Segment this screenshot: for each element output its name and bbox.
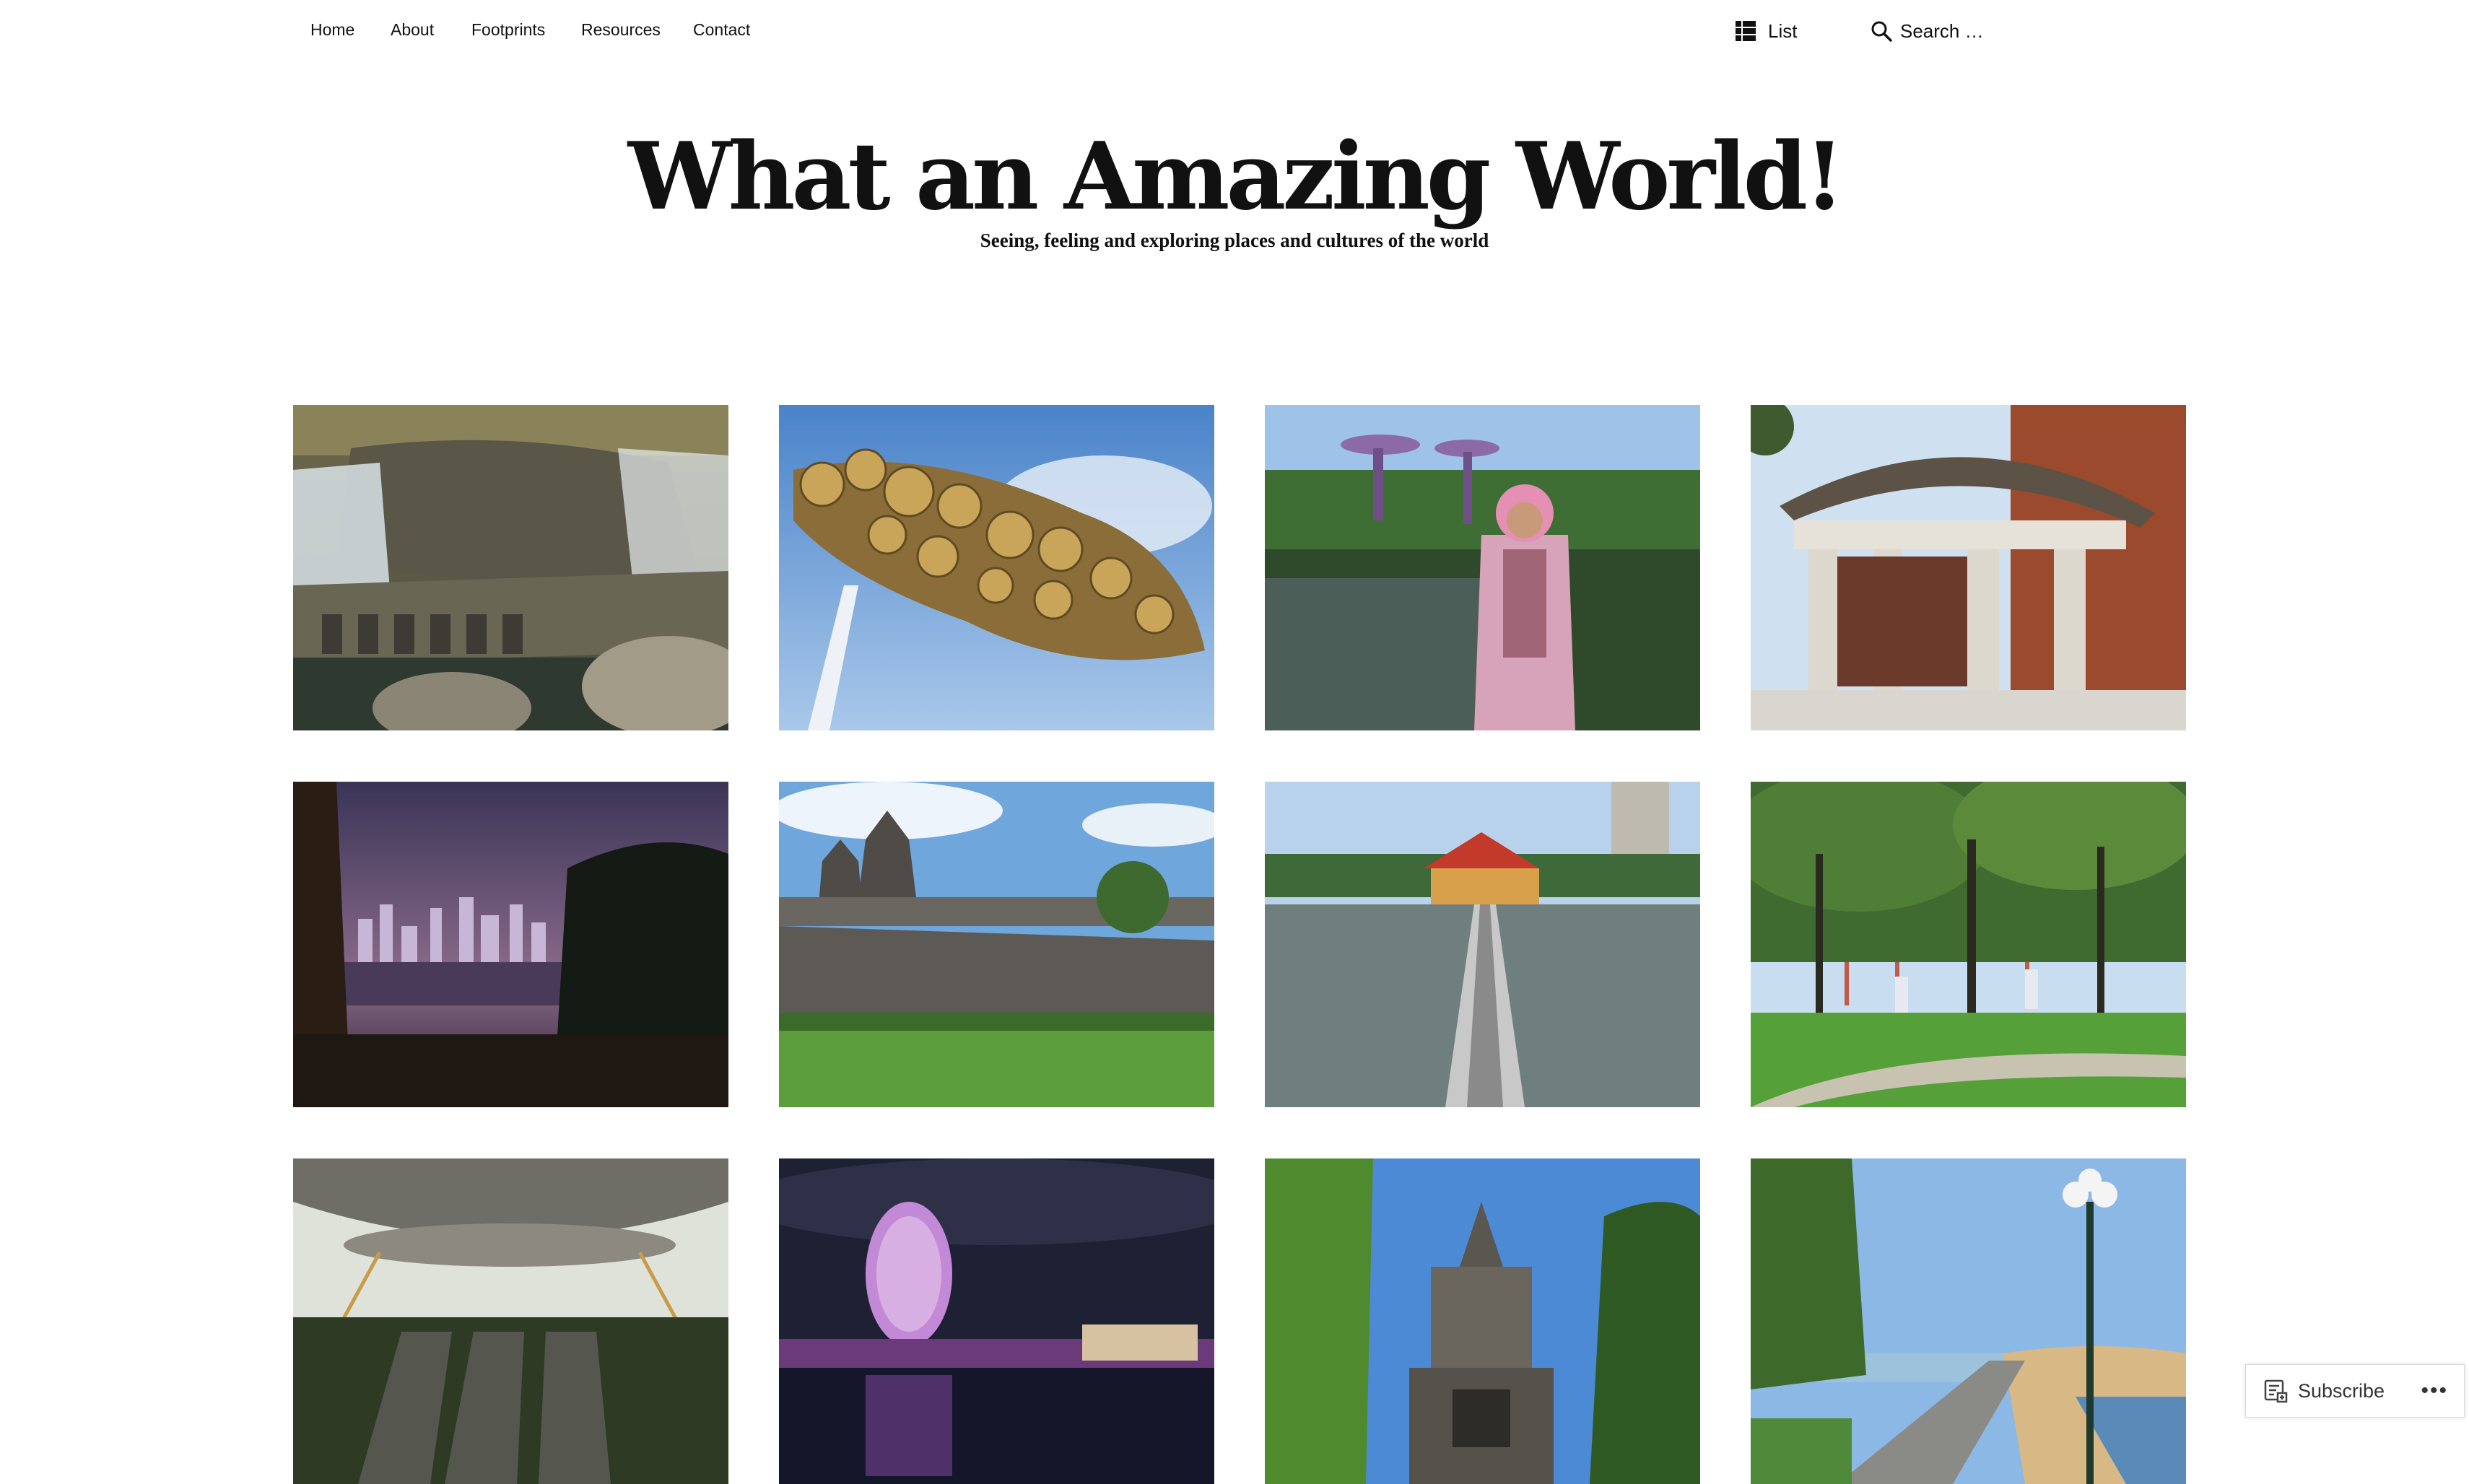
site-title[interactable]: What an Amazing World! (0, 119, 2469, 235)
grid-list-icon (1736, 21, 1756, 41)
colonial-building-image (1751, 405, 2186, 730)
golden-tubes-sculpture-image (779, 405, 1214, 730)
garden-portrait-image (1265, 405, 1700, 730)
subscribe-bar: Subscribe ••• (2245, 1364, 2465, 1418)
post-thumbnail-escalator-canopy[interactable] (293, 1158, 728, 1484)
stone-temple-trees-image (1265, 1158, 1700, 1484)
post-thumbnail-beach-promenade[interactable] (1751, 1158, 2186, 1484)
post-thumbnail-golden-tubes-sculpture[interactable] (779, 405, 1214, 730)
subscribe-label: Subscribe (2298, 1379, 2385, 1402)
temple-ruins-wall-image (779, 782, 1214, 1107)
nav-contact-link[interactable]: Contact (693, 20, 750, 40)
harbour-night-skyline-image (293, 782, 728, 1107)
post-thumbnail-temple-ruins-wall[interactable] (779, 782, 1214, 1107)
nav-home-link[interactable]: Home (310, 20, 354, 40)
search-box[interactable] (1870, 17, 2045, 45)
nav-resources-link[interactable]: Resources (581, 20, 661, 40)
search-input[interactable] (1900, 19, 2045, 43)
post-thumbnail-park-crowd[interactable] (1751, 782, 2186, 1107)
nav-footprints-link[interactable]: Footprints (471, 20, 545, 40)
top-navigation: Home About Footprints Resources Contact … (0, 0, 2469, 65)
post-thumbnail-harbour-night-skyline[interactable] (293, 782, 728, 1107)
post-thumbnail-lake-pagoda-bridge[interactable] (1265, 782, 1700, 1107)
lake-pagoda-bridge-image (1265, 782, 1700, 1107)
subscribe-button[interactable]: Subscribe (2263, 1379, 2385, 1403)
more-options-button[interactable]: ••• (2421, 1380, 2448, 1402)
list-view-toggle[interactable]: List (1735, 19, 1797, 43)
reader-icon (2264, 1379, 2288, 1403)
post-grid (293, 405, 2186, 1484)
post-thumbnail-colonial-building[interactable] (1751, 405, 2186, 730)
list-view-label: List (1768, 19, 1798, 42)
search-icon (1871, 21, 1892, 42)
beach-promenade-image (1751, 1158, 2186, 1484)
nav-about-link[interactable]: About (391, 20, 434, 40)
park-crowd-image (1751, 782, 2186, 1107)
site-tagline: Seeing, feeling and exploring places and… (980, 230, 1489, 251)
escalator-canopy-image (293, 1158, 728, 1484)
post-thumbnail-garden-portrait[interactable] (1265, 405, 1700, 730)
post-thumbnail-stone-temple-trees[interactable] (1265, 1158, 1700, 1484)
post-thumbnail-illuminated-tower-night[interactable] (779, 1158, 1214, 1484)
illuminated-tower-night-image (779, 1158, 1214, 1484)
post-thumbnail-waterfall-carvings[interactable] (293, 405, 728, 730)
waterfall-carvings-image (293, 405, 728, 730)
